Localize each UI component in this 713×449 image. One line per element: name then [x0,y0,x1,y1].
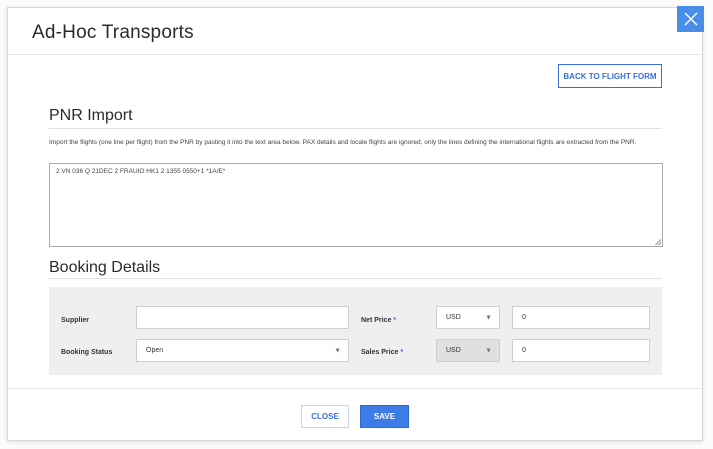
chevron-down-icon: ▼ [485,314,492,321]
required-marker: * [393,317,397,324]
chevron-down-icon: ▼ [334,347,341,354]
chevron-down-icon: ▼ [485,347,492,354]
resize-handle-icon[interactable] [655,239,661,245]
booking-details-panel: Supplier Net Price * USD ▼ 0 Booking Sta… [49,287,662,375]
supplier-label: Supplier [61,317,90,324]
pnr-help-text: Import the flights (one line per flight)… [49,139,637,146]
pnr-import-heading: PNR Import [49,107,133,124]
sales-price-input[interactable]: 0 [512,339,650,362]
close-icon[interactable] [677,6,704,32]
pnr-textarea[interactable]: 2 VN 036 Q 21DEC 2 FRAUIO HK1 2 1355 055… [49,163,663,247]
booking-details-divider [49,278,662,279]
back-to-flight-form-button[interactable]: BACK TO FLIGHT FORM [558,64,662,88]
pnr-textarea-value: 2 VN 036 Q 21DEC 2 FRAUIO HK1 2 1355 055… [56,168,226,175]
footer-divider [8,388,702,389]
save-button[interactable]: SAVE [360,405,409,428]
sales-price-currency-select: USD ▼ [436,339,500,362]
pnr-import-divider [49,128,662,129]
booking-status-select[interactable]: Open ▼ [136,339,349,362]
header-divider [8,54,702,55]
net-price-input[interactable]: 0 [512,306,650,329]
net-price-currency-select[interactable]: USD ▼ [436,306,500,329]
modal-title: Ad-Hoc Transports [32,22,194,43]
close-button[interactable]: CLOSE [301,405,349,428]
sales-price-label: Sales Price * [361,349,404,356]
supplier-input[interactable] [136,306,349,329]
net-price-label: Net Price * [361,317,397,324]
required-marker: * [400,349,404,356]
booking-status-label: Booking Status [61,349,113,356]
booking-details-heading: Booking Details [49,259,161,276]
ad-hoc-transports-modal: Ad-Hoc Transports BACK TO FLIGHT FORM PN… [7,7,703,441]
